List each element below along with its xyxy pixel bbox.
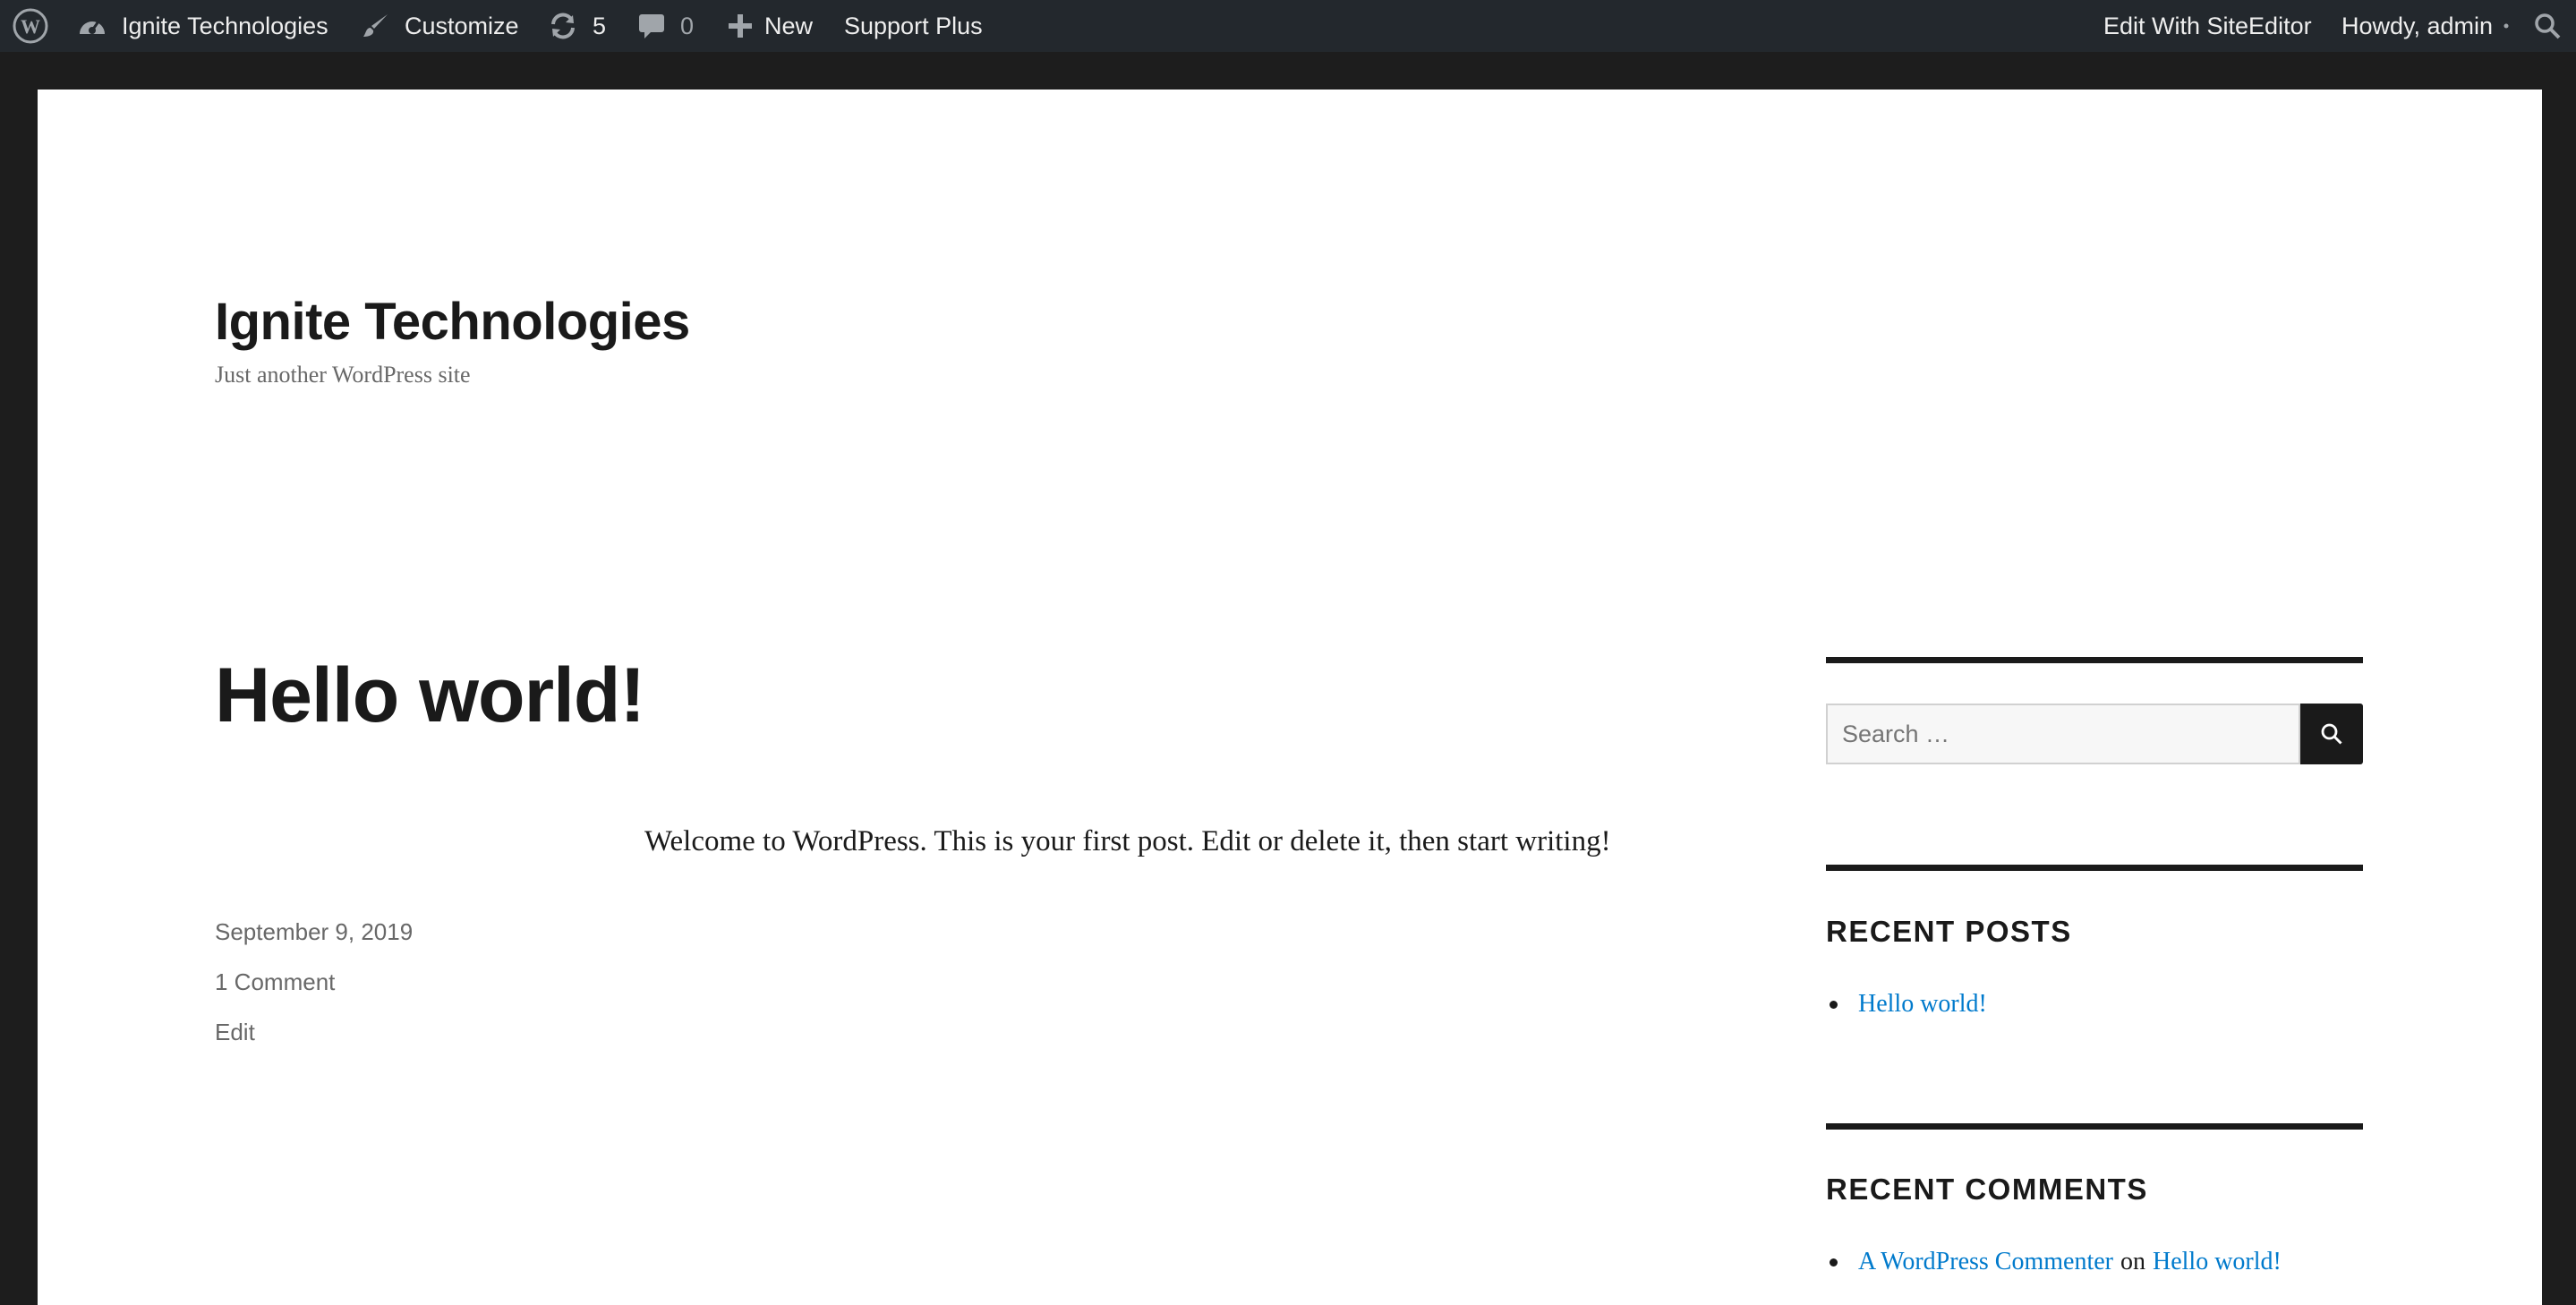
site-description: Just another WordPress site bbox=[215, 362, 471, 388]
post-edit-link[interactable]: Edit bbox=[215, 1019, 255, 1046]
admin-bar: W Ignite Technologies Customize 5 0 New … bbox=[0, 0, 2576, 52]
dashboard-icon bbox=[77, 13, 107, 39]
admin-bar-new-label: New bbox=[764, 12, 814, 39]
updates-icon bbox=[548, 12, 578, 40]
recent-comments-list: A WordPress Commenter on Hello world! bbox=[1826, 1248, 2282, 1276]
admin-bar-customize-label: Customize bbox=[405, 12, 519, 39]
site-page: Ignite Technologies Just another WordPre… bbox=[38, 90, 2542, 1305]
list-item: Hello world! bbox=[1826, 990, 1987, 1019]
admin-bar-customize[interactable]: Customize bbox=[362, 0, 519, 52]
site-title[interactable]: Ignite Technologies bbox=[215, 292, 690, 352]
search-icon bbox=[2533, 12, 2562, 40]
admin-bar-my-account[interactable]: Howdy, admin bbox=[2341, 0, 2509, 52]
comment-bubble-icon bbox=[637, 12, 666, 40]
admin-bar-comments[interactable]: 0 bbox=[637, 0, 694, 52]
widget-divider bbox=[1826, 865, 2363, 871]
comment-author-link[interactable]: A WordPress Commenter bbox=[1858, 1248, 2113, 1276]
comments-count: 0 bbox=[680, 12, 695, 39]
bullet-icon bbox=[1830, 1258, 1838, 1267]
admin-bar-site-name[interactable]: Ignite Technologies bbox=[77, 0, 328, 52]
admin-bar-new[interactable]: New bbox=[727, 0, 813, 52]
recent-post-link[interactable]: Hello world! bbox=[1858, 990, 1987, 1019]
recent-comments-title: RECENT COMMENTS bbox=[1826, 1173, 2148, 1206]
search-icon bbox=[2320, 722, 2343, 746]
wordpress-logo-icon[interactable]: W bbox=[13, 0, 48, 52]
recent-posts-title: RECENT POSTS bbox=[1826, 915, 2072, 948]
howdy-label: Howdy, admin bbox=[2341, 12, 2494, 39]
admin-bar-site-name-label: Ignite Technologies bbox=[122, 12, 328, 39]
widget-divider bbox=[1826, 1123, 2363, 1130]
admin-bar-edit-site-editor[interactable]: Edit With SiteEditor bbox=[2103, 0, 2312, 52]
post-title[interactable]: Hello world! bbox=[215, 652, 645, 740]
avatar bbox=[2503, 23, 2509, 29]
paintbrush-icon bbox=[362, 12, 390, 40]
edit-site-editor-label: Edit With SiteEditor bbox=[2103, 12, 2312, 39]
svg-text:W: W bbox=[21, 15, 40, 38]
admin-bar-updates[interactable]: 5 bbox=[548, 0, 606, 52]
bullet-icon bbox=[1830, 1000, 1838, 1009]
support-plus-label: Support Plus bbox=[844, 12, 983, 39]
search-input[interactable] bbox=[1826, 704, 2300, 764]
admin-bar-search[interactable] bbox=[2533, 0, 2562, 52]
list-item: A WordPress Commenter on Hello world! bbox=[1826, 1248, 2282, 1276]
comment-post-link[interactable]: Hello world! bbox=[2153, 1248, 2282, 1276]
post-date[interactable]: September 9, 2019 bbox=[215, 918, 413, 946]
widget-divider bbox=[1826, 657, 2363, 663]
updates-count: 5 bbox=[593, 12, 607, 39]
search-button[interactable] bbox=[2300, 704, 2363, 764]
recent-posts-list: Hello world! bbox=[1826, 990, 1987, 1019]
post-content: Welcome to WordPress. This is your first… bbox=[644, 825, 1611, 857]
plus-icon bbox=[727, 13, 754, 39]
comment-on-text: on bbox=[2120, 1248, 2145, 1275]
admin-bar-support-plus[interactable]: Support Plus bbox=[844, 0, 983, 52]
post-comments-link[interactable]: 1 Comment bbox=[215, 968, 335, 996]
